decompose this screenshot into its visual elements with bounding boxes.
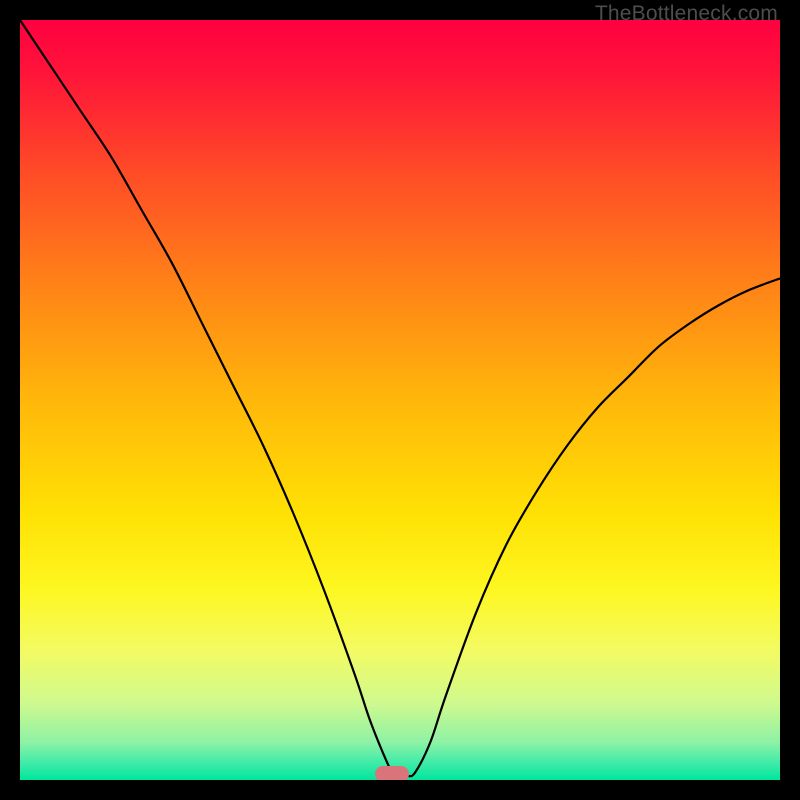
optimum-marker: [375, 766, 409, 780]
watermark-text: TheBottleneck.com: [595, 2, 778, 26]
plot-area: [20, 20, 780, 780]
chart-frame: TheBottleneck.com: [0, 0, 800, 800]
chart-curve-layer: [20, 20, 780, 780]
bottleneck-curve: [20, 20, 780, 777]
